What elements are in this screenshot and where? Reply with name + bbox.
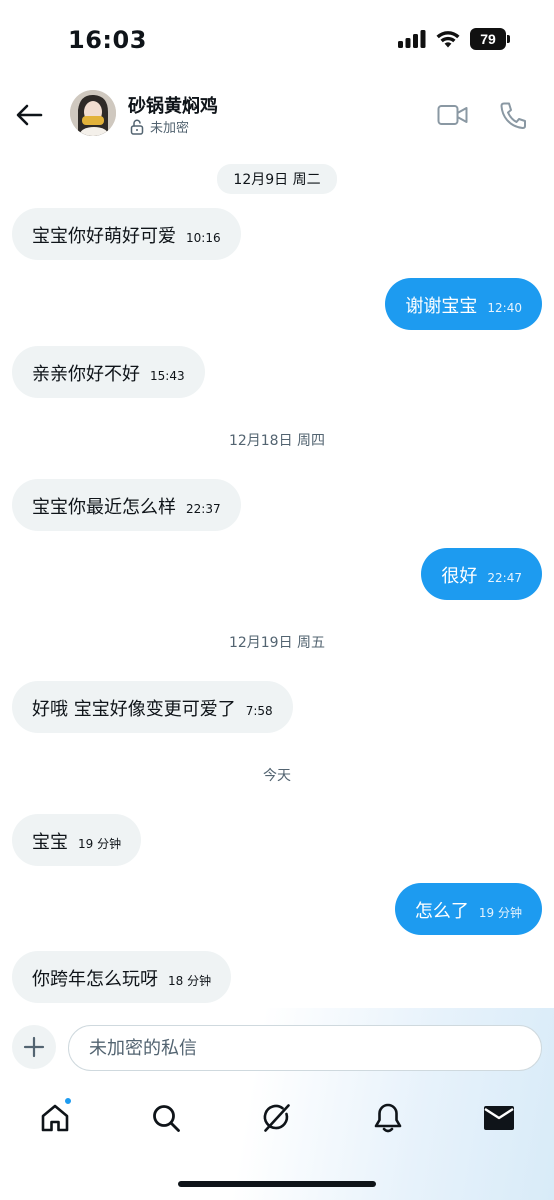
- message-incoming[interactable]: 你跨年怎么玩呀 18 分钟: [12, 951, 232, 1003]
- message-text: 怎么了: [414, 901, 469, 922]
- plus-icon: [23, 1036, 45, 1058]
- search-icon: [153, 1105, 181, 1132]
- message-incoming[interactable]: 宝宝 19 分钟: [12, 814, 142, 866]
- message-time: 19 分钟: [78, 837, 122, 851]
- message-incoming[interactable]: 好哦 宝宝好像变更可爱了 7:58: [12, 681, 293, 733]
- unlock-icon: [130, 119, 144, 135]
- message-text: 宝宝: [32, 832, 68, 853]
- date-separator: 12月19日 周五: [0, 632, 554, 652]
- nav-home[interactable]: [27, 1090, 83, 1146]
- avatar[interactable]: [70, 90, 116, 136]
- bottom-nav: [0, 1090, 554, 1146]
- voice-call-button[interactable]: [496, 98, 530, 132]
- message-time: 22:47: [487, 571, 522, 585]
- grok-icon: [263, 1104, 290, 1132]
- cellular-signal-icon: [398, 30, 426, 48]
- home-icon: [42, 1104, 69, 1132]
- header-actions: [436, 98, 530, 132]
- arrow-left-icon: [16, 104, 43, 126]
- message-text: 你跨年怎么玩呀: [32, 969, 158, 990]
- message-text: 宝宝你最近怎么样: [32, 497, 176, 518]
- message-incoming[interactable]: 亲亲你好不好 15:43: [12, 346, 205, 398]
- message-time: 12:40: [487, 301, 522, 315]
- add-media-button[interactable]: [12, 1025, 56, 1069]
- date-label: 12月18日 周四: [228, 433, 326, 449]
- message-input[interactable]: [68, 1025, 542, 1071]
- message-outgoing[interactable]: 谢谢宝宝 12:40: [385, 278, 542, 330]
- battery-icon: 79: [470, 28, 510, 50]
- battery-level: 79: [470, 28, 506, 50]
- message-time: 22:37: [186, 502, 221, 516]
- encryption-status: 未加密: [130, 117, 189, 136]
- date-label: 12月9日 周二: [217, 164, 337, 194]
- envelope-icon: [483, 1106, 514, 1130]
- status-icons: 79: [398, 28, 510, 50]
- message-time: 19 分钟: [478, 906, 522, 920]
- date-separator: 12月9日 周二: [0, 164, 554, 194]
- message-incoming[interactable]: 宝宝你最近怎么样 22:37: [12, 479, 241, 531]
- contact-name[interactable]: 砂锅黄焖鸡: [128, 92, 218, 118]
- phone-icon: [500, 102, 526, 129]
- date-separator: 今天: [0, 765, 554, 785]
- message-text: 好哦 宝宝好像变更可爱了: [32, 699, 236, 720]
- status-bar: 16:03 79: [0, 0, 554, 80]
- message-time: 10:16: [186, 231, 221, 245]
- encryption-label: 未加密: [150, 121, 190, 136]
- date-separator: 12月18日 周四: [0, 430, 554, 450]
- video-call-button[interactable]: [436, 98, 470, 132]
- message-text: 宝宝你好萌好可爱: [32, 226, 176, 247]
- message-time: 7:58: [245, 704, 273, 718]
- message-incoming[interactable]: 宝宝你好萌好可爱 10:16: [12, 208, 241, 260]
- nav-grok[interactable]: [249, 1090, 305, 1146]
- status-time: 16:03: [68, 26, 147, 54]
- bell-icon: [374, 1103, 402, 1133]
- avatar-photo: [70, 90, 116, 136]
- message-text: 亲亲你好不好: [32, 364, 140, 385]
- nav-notifications[interactable]: [360, 1090, 416, 1146]
- date-label: 今天: [263, 768, 291, 784]
- home-indicator: [178, 1181, 376, 1187]
- video-camera-icon: [437, 105, 468, 125]
- message-text: 很好: [441, 566, 478, 587]
- date-label: 12月19日 周五: [228, 635, 326, 651]
- message-outgoing[interactable]: 很好 22:47: [421, 548, 542, 600]
- wifi-icon: [436, 31, 460, 48]
- nav-search[interactable]: [138, 1090, 194, 1146]
- conversation-header: 砂锅黄焖鸡 未加密: [0, 82, 554, 146]
- message-text: 谢谢宝宝: [405, 296, 478, 317]
- message-time: 15:43: [150, 369, 185, 383]
- notification-dot: [63, 1096, 74, 1106]
- message-time: 18 分钟: [168, 974, 212, 988]
- nav-messages[interactable]: [471, 1090, 527, 1146]
- message-outgoing[interactable]: 怎么了 19 分钟: [394, 883, 542, 935]
- back-button[interactable]: [12, 98, 46, 132]
